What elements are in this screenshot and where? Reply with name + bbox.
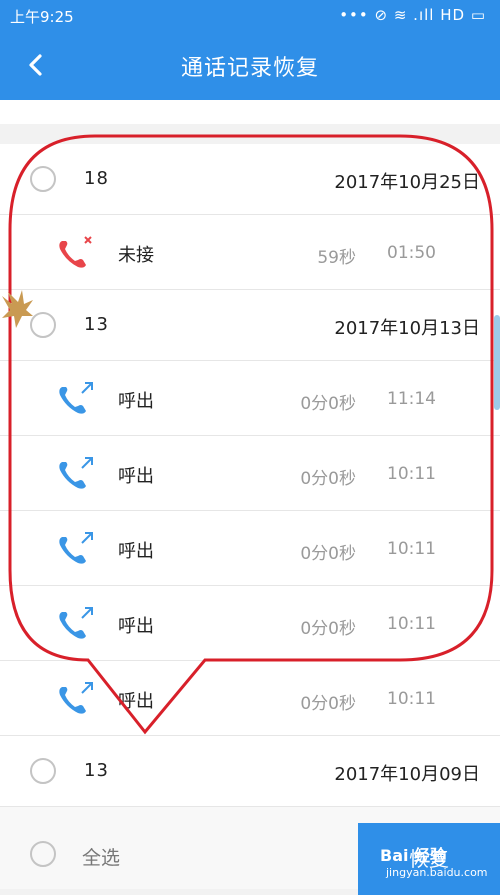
call-date: 2017年10月09日 — [334, 764, 480, 785]
call-log-list: 18 2017年10月25日未接 59秒 01:50 13 2017年10月13日呼出 0分… — [0, 144, 500, 807]
number-mask — [108, 764, 179, 778]
call-duration: 0分0秒 — [300, 394, 356, 414]
call-type: 呼出 — [118, 616, 154, 637]
number-mask — [108, 318, 179, 332]
call-group-header[interactable]: 18 2017年10月25日 — [0, 144, 500, 215]
group-select-radio[interactable] — [30, 166, 56, 192]
outgoing-call-icon — [59, 532, 93, 564]
call-duration: 0分0秒 — [300, 544, 356, 564]
call-group-header[interactable]: 13 2017年10月13日 — [0, 290, 500, 361]
call-group-header[interactable]: 13 2017年10月09日 — [0, 736, 500, 807]
missed-call-icon — [59, 236, 92, 268]
call-record-row[interactable]: 呼出 0分0秒 11:14 — [0, 361, 500, 436]
call-type: 呼出 — [118, 691, 154, 712]
call-type: 呼出 — [118, 541, 154, 562]
call-record-row[interactable]: 呼出 0分0秒 10:11 — [0, 661, 500, 736]
call-duration: 0分0秒 — [300, 694, 356, 714]
call-record-row[interactable]: 未接 59秒 01:50 — [0, 215, 500, 290]
call-time: 11:14 — [387, 389, 436, 409]
call-date: 2017年10月13日 — [334, 318, 480, 339]
phone-number: 13 — [84, 760, 179, 781]
call-record-row[interactable]: 呼出 0分0秒 10:11 — [0, 511, 500, 586]
outgoing-call-icon — [59, 457, 93, 489]
call-duration: 0分0秒 — [300, 619, 356, 639]
call-date: 2017年10月25日 — [334, 172, 480, 193]
outgoing-call-icon — [59, 382, 93, 414]
call-time: 10:11 — [387, 614, 436, 634]
call-record-row[interactable]: 呼出 0分0秒 10:11 — [0, 436, 500, 511]
outgoing-call-icon — [59, 682, 93, 714]
watermark-url: jingyan.baidu.com — [386, 866, 488, 879]
phone-number-text: 13 — [84, 760, 109, 781]
select-all-radio[interactable] — [30, 841, 56, 867]
number-mask — [108, 172, 179, 186]
call-type: 未接 — [118, 245, 154, 266]
page-title: 通话记录恢复 — [180, 56, 319, 81]
call-type: 呼出 — [118, 466, 154, 487]
phone-number: 13 — [84, 314, 179, 335]
scrollbar[interactable] — [494, 315, 500, 410]
group-select-radio[interactable] — [30, 758, 56, 784]
outgoing-call-icon — [59, 607, 93, 639]
call-time: 10:11 — [387, 689, 436, 709]
call-record-row[interactable]: 呼出 0分0秒 10:11 — [0, 586, 500, 661]
top-strip — [0, 100, 500, 124]
maple-leaf-icon — [2, 290, 33, 328]
call-duration: 59秒 — [317, 248, 356, 268]
status-icons: ••• ⊘ ≋ .ıll HD ▭ — [339, 6, 486, 24]
phone-number-text: 13 — [84, 314, 109, 335]
call-time: 01:50 — [387, 243, 436, 263]
call-type: 呼出 — [118, 391, 154, 412]
app-bar: 通话记录恢复 — [0, 30, 500, 100]
select-all-label[interactable]: 全选 — [82, 843, 120, 870]
status-bar: 上午9:25 ••• ⊘ ≋ .ıll HD ▭ — [0, 0, 500, 30]
phone-number: 18 — [84, 168, 179, 189]
status-time: 上午9:25 — [10, 8, 74, 26]
phone-number-text: 18 — [84, 168, 109, 189]
watermark-logo: Bai 经验 — [380, 846, 447, 865]
call-duration: 0分0秒 — [300, 469, 356, 489]
call-time: 10:11 — [387, 464, 436, 484]
call-time: 10:11 — [387, 539, 436, 559]
